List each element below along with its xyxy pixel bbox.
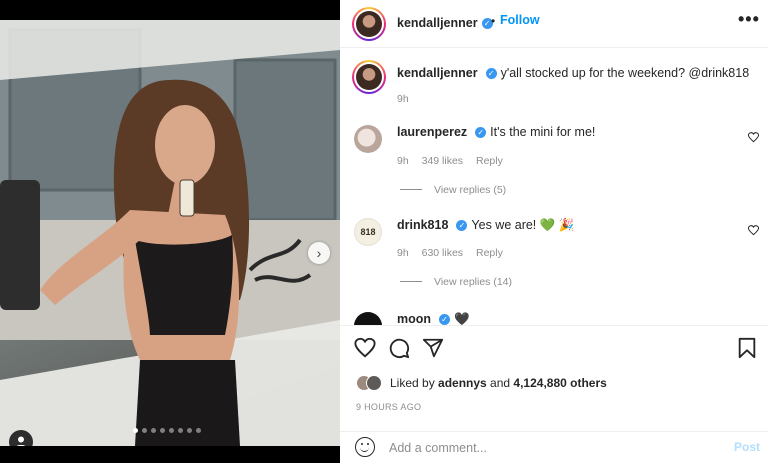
- emoji-icon[interactable]: [355, 437, 375, 457]
- verified-badge-icon: ✓: [439, 314, 451, 325]
- comment-icon[interactable]: [388, 337, 410, 359]
- chevron-right-icon: ›: [316, 245, 322, 261]
- caption: kendalljenner ✓ y'all stocked up for the w…: [340, 57, 768, 117]
- author-name[interactable]: kendalljenner ✓: [397, 14, 493, 32]
- comment-meta: 9h 349 likes Reply: [397, 155, 513, 167]
- comment-text: drink818 ✓ Yes we are! 💚 🎉: [397, 218, 574, 233]
- comment-likes[interactable]: 630 likes: [422, 247, 463, 259]
- likes-prefix: Liked by: [390, 376, 439, 390]
- bookmark-icon[interactable]: [736, 337, 758, 359]
- comment-username[interactable]: drink818: [397, 218, 448, 232]
- carousel-dot: [169, 428, 174, 433]
- photo-illustration: [0, 20, 340, 446]
- follow-button[interactable]: Follow: [500, 13, 540, 27]
- carousel-dot: [178, 428, 183, 433]
- likes-and: and: [486, 376, 514, 390]
- separator-dot: •: [491, 14, 496, 28]
- comment-likes[interactable]: 349 likes: [422, 155, 463, 167]
- author-avatar[interactable]: [352, 7, 386, 41]
- comment-item: laurenperez ✓ It's the mini for me! 9h 349…: [340, 119, 768, 209]
- comment-item: moon ✓ 🖤: [340, 307, 768, 325]
- comment-body: 🖤: [454, 312, 470, 325]
- verified-badge-icon: ✓: [456, 220, 468, 231]
- caption-time: 9h: [397, 93, 409, 105]
- caption-username[interactable]: kendalljenner: [397, 66, 478, 80]
- user-tags-button[interactable]: [9, 430, 33, 446]
- carousel-dot: [196, 428, 201, 433]
- reply-button[interactable]: Reply: [476, 247, 503, 259]
- carousel-dot: [133, 428, 138, 433]
- comment-like-heart-icon[interactable]: [748, 225, 759, 236]
- comment-avatar[interactable]: [354, 125, 382, 153]
- add-comment-bar: Post: [340, 431, 768, 463]
- carousel-dot: [187, 428, 192, 433]
- comment-input[interactable]: [389, 438, 719, 458]
- post-photo[interactable]: ›: [0, 20, 340, 446]
- comment-username[interactable]: moon: [397, 312, 431, 325]
- comment-time: 9h: [397, 155, 409, 167]
- comment-avatar[interactable]: [354, 312, 382, 325]
- post-timestamp[interactable]: 9 HOURS AGO: [356, 402, 421, 412]
- carousel-dots: [133, 428, 201, 433]
- comment-time: 9h: [397, 247, 409, 259]
- caption-avatar[interactable]: [352, 60, 386, 94]
- more-options-button[interactable]: •••: [738, 9, 760, 30]
- view-replies-button[interactable]: View replies (14): [400, 276, 512, 288]
- carousel-dot: [142, 428, 147, 433]
- comment-text: moon ✓ 🖤: [397, 312, 470, 325]
- verified-badge-icon: ✓: [485, 68, 497, 79]
- author-username[interactable]: kendalljenner: [397, 16, 478, 30]
- comment-username[interactable]: laurenperez: [397, 125, 467, 139]
- caption-text: kendalljenner ✓ y'all stocked up for the w…: [397, 66, 749, 80]
- comment-item: 818 drink818 ✓ Yes we are! 💚 🎉 9h 630 like…: [340, 212, 768, 302]
- user-tag-icon: [16, 436, 26, 446]
- share-icon[interactable]: [422, 337, 444, 359]
- comment-text: laurenperez ✓ It's the mini for me!: [397, 125, 595, 139]
- caption-body: y'all stocked up for the weekend? @drink…: [500, 66, 750, 80]
- view-replies-label: View replies (5): [434, 184, 507, 196]
- view-replies-button[interactable]: View replies (5): [400, 184, 506, 196]
- post-panel: kendalljenner ✓ • Follow ••• kendalljenne…: [340, 0, 768, 463]
- comment-like-heart-icon[interactable]: [748, 132, 759, 143]
- carousel-dot: [160, 428, 165, 433]
- caption-meta: 9h: [397, 93, 419, 105]
- comment-body: Yes we are! 💚 🎉: [471, 218, 575, 232]
- next-slide-button[interactable]: ›: [308, 242, 330, 264]
- likes-user-link[interactable]: adennys: [438, 376, 487, 390]
- heart-icon[interactable]: [354, 337, 376, 359]
- comment-body: It's the mini for me!: [490, 125, 596, 139]
- comments-list[interactable]: kendalljenner ✓ y'all stocked up for the w…: [340, 49, 768, 325]
- likes-text: Liked by adennys and 4,124,880 others: [390, 376, 607, 390]
- verified-badge-icon: ✓: [475, 127, 487, 138]
- comment-avatar[interactable]: 818: [354, 218, 382, 246]
- liker-avatars: [356, 375, 388, 391]
- post-header: kendalljenner ✓ • Follow •••: [340, 0, 768, 48]
- carousel-dot: [151, 428, 156, 433]
- view-replies-label: View replies (14): [434, 276, 513, 288]
- likes-count-link[interactable]: 4,124,880 others: [513, 376, 606, 390]
- post-comment-button[interactable]: Post: [734, 440, 760, 454]
- post-media: ›: [0, 0, 340, 463]
- comment-meta: 9h 630 likes Reply: [397, 247, 513, 259]
- reply-button[interactable]: Reply: [476, 155, 503, 167]
- post-actions: Liked by adennys and 4,124,880 others 9 …: [340, 325, 768, 463]
